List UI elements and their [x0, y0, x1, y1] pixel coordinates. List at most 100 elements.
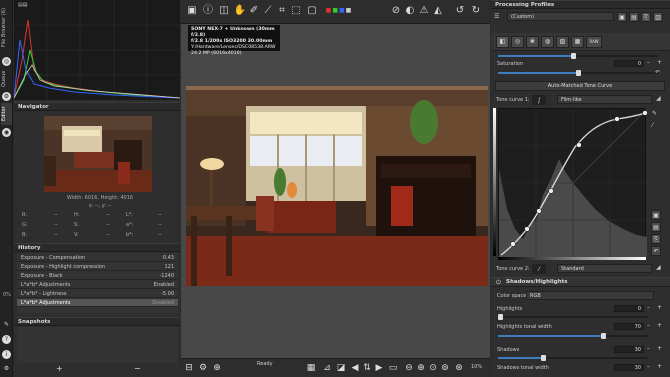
- help-icon[interactable]: ?: [2, 335, 11, 344]
- channel-buttons[interactable]: ■■■■: [319, 4, 359, 18]
- tone-curve-editor[interactable]: [498, 108, 648, 258]
- guide-icon[interactable]: ⊿: [321, 362, 333, 374]
- decrease-icon[interactable]: –: [647, 363, 650, 370]
- open-curve-icon[interactable]: ▣: [651, 210, 661, 220]
- increase-icon[interactable]: +: [657, 304, 662, 311]
- color-tab-icon[interactable]: ❀: [526, 36, 539, 48]
- clip-toggle-icon[interactable]: ◪: [335, 362, 347, 374]
- profile-list-icon[interactable]: ☰: [494, 13, 499, 20]
- zoom-fit-crop-icon[interactable]: ⊛: [453, 362, 465, 374]
- highlights-slider[interactable]: [498, 314, 648, 320]
- increase-icon[interactable]: +: [657, 345, 662, 352]
- history-item[interactable]: Exposure - Highlight compression 121: [17, 263, 178, 271]
- edit-point-icon[interactable]: ✎: [652, 110, 657, 117]
- open-editor-icon[interactable]: ⊕: [211, 362, 223, 374]
- history-item[interactable]: L*a*b* - Lightness -5.00: [17, 290, 178, 298]
- warning-icon[interactable]: ⚠: [417, 4, 431, 18]
- crop-icon[interactable]: ⌗: [275, 4, 289, 18]
- snapshots-header[interactable]: Snapshots: [14, 317, 180, 326]
- open-profile-icon[interactable]: ▣: [617, 12, 627, 22]
- editor-icon[interactable]: ◉: [2, 128, 11, 137]
- curve-type-icon[interactable]: ∫: [532, 95, 546, 105]
- saturation-value[interactable]: 0: [614, 60, 644, 67]
- advanced-tab-icon[interactable]: ◍: [541, 36, 554, 48]
- auto-matched-tone-curve-button[interactable]: Auto-Matched Tone Curve: [495, 81, 665, 91]
- rotate-right-icon[interactable]: ↻: [469, 4, 483, 18]
- curve2-type-icon[interactable]: ⁄: [532, 264, 546, 274]
- clip-icon[interactable]: ◐: [403, 4, 417, 18]
- main-photo[interactable]: [186, 86, 488, 286]
- raw-tab[interactable]: RAW: [586, 36, 602, 48]
- transform-icon[interactable]: ⬚: [289, 4, 303, 18]
- rotate-left-icon[interactable]: ↺: [453, 4, 467, 18]
- camera-icon[interactable]: ◎: [2, 57, 11, 66]
- history-item[interactable]: Exposure - Compensation 0.43: [17, 254, 178, 262]
- color-space-select[interactable]: RGB: [526, 291, 654, 300]
- increase-icon[interactable]: +: [657, 363, 662, 370]
- focus-mask-icon[interactable]: ▢: [305, 4, 319, 18]
- history-item-selected[interactable]: L*a*b* Adjustments Disabled: [17, 299, 178, 307]
- panel-toggle-icon[interactable]: ▣: [185, 4, 199, 18]
- prev-image-icon[interactable]: ◀: [349, 362, 361, 374]
- shadow-warning-icon[interactable]: ◭: [431, 4, 445, 18]
- before-after-icon[interactable]: ◫: [217, 4, 231, 18]
- curve-menu-icon[interactable]: ◢: [656, 95, 661, 102]
- exposure-tab-icon[interactable]: ◧: [496, 36, 509, 48]
- history-header[interactable]: History: [14, 243, 180, 252]
- warning-circle-icon[interactable]: ⊘: [389, 4, 403, 18]
- sync-icon[interactable]: ⇅: [361, 362, 373, 374]
- decrease-icon[interactable]: –: [647, 304, 650, 311]
- add-snapshot-button[interactable]: +: [56, 364, 66, 373]
- remove-snapshot-button[interactable]: −: [134, 364, 144, 373]
- tone-curve-2-mode[interactable]: Standard: [557, 264, 652, 273]
- picker-icon[interactable]: ⁄: [652, 122, 653, 129]
- grid-tab-icon[interactable]: ▦: [571, 36, 584, 48]
- top-slider[interactable]: [498, 53, 658, 59]
- decrease-icon[interactable]: –: [647, 59, 650, 66]
- bookmark-icon[interactable]: ⊟: [183, 362, 195, 374]
- highlights-tonal-width-slider[interactable]: [498, 333, 648, 339]
- save-curve-icon[interactable]: ▤: [651, 222, 661, 232]
- navigator-header[interactable]: Navigator: [14, 102, 180, 111]
- shadows-value[interactable]: 30: [614, 346, 644, 353]
- gear-icon[interactable]: ⚙: [197, 362, 209, 374]
- shadows-tonal-width-value[interactable]: 30: [614, 364, 644, 371]
- detail-tab-icon[interactable]: ◎: [511, 36, 524, 48]
- save-profile-icon[interactable]: ▤: [629, 12, 639, 22]
- shadows-slider[interactable]: [498, 355, 648, 361]
- decrease-icon[interactable]: –: [647, 345, 650, 352]
- next-image-icon[interactable]: ▶: [373, 362, 385, 374]
- history-item[interactable]: L*a*b* Adjustments Enabled: [17, 281, 178, 289]
- reset-icon[interactable]: ↶: [655, 69, 660, 76]
- straighten-icon[interactable]: ⟋: [261, 4, 275, 18]
- history-item[interactable]: Exposure - Black -1240: [17, 272, 178, 280]
- zoom-out-icon[interactable]: ⊖: [403, 362, 415, 374]
- shadows-highlights-header[interactable]: ⏻ Shadows/Highlights: [491, 277, 670, 287]
- copy-profile-icon[interactable]: ⎘: [641, 12, 651, 22]
- preview-mode-icon[interactable]: ▦: [305, 362, 317, 374]
- navigator-preview[interactable]: [44, 116, 152, 192]
- reset-curve-icon[interactable]: ↶: [651, 246, 661, 256]
- copy-curve-icon[interactable]: ⎘: [651, 234, 661, 244]
- increase-icon[interactable]: +: [657, 322, 662, 329]
- processing-profiles-header[interactable]: Processing Profiles: [491, 0, 670, 9]
- tab-queue[interactable]: Queue: [1, 68, 12, 90]
- highlights-value[interactable]: 0: [614, 305, 644, 312]
- pen-icon[interactable]: ✎: [2, 320, 11, 329]
- zoom-fit-icon[interactable]: ⊙: [427, 362, 439, 374]
- navigate-icon[interactable]: ▭: [387, 362, 399, 374]
- transform-tab-icon[interactable]: ▧: [556, 36, 569, 48]
- zoom-in-icon[interactable]: ⊕: [415, 362, 427, 374]
- decrease-icon[interactable]: –: [647, 322, 650, 329]
- increase-icon[interactable]: +: [657, 59, 662, 66]
- saturation-slider[interactable]: [498, 70, 658, 76]
- profile-select[interactable]: (Custom): [507, 12, 614, 21]
- tab-file-browser[interactable]: File Browser (6): [1, 2, 12, 54]
- gear-icon[interactable]: ⚙: [2, 92, 11, 101]
- power-icon[interactable]: ⏻: [496, 279, 501, 287]
- tone-curve-1-mode[interactable]: Film-like: [557, 95, 652, 104]
- highlights-tonal-width-value[interactable]: 70: [614, 323, 644, 330]
- tab-editor[interactable]: Editor: [1, 103, 12, 125]
- settings-icon[interactable]: ⚙: [2, 364, 11, 373]
- info-icon[interactable]: ⓘ: [201, 4, 215, 18]
